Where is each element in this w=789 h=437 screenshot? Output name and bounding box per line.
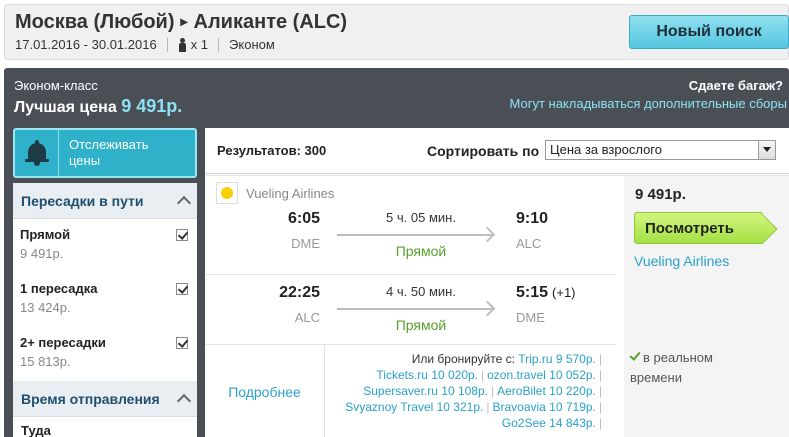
offer-link[interactable]: Trip.ru 9 570р. — [518, 352, 596, 366]
class-label: Эконом-класс — [14, 78, 98, 93]
book-also-label: Или бронируйте с: — [411, 352, 515, 366]
best-price-value: 9 491р. — [121, 96, 183, 116]
arrival-airport: ALC — [516, 236, 542, 251]
view-offer-button[interactable]: Посмотреть — [634, 212, 762, 244]
booking-options: Подробнее Или бронируйте с: Trip.ru 9 57… — [205, 344, 616, 437]
departure-filter-header[interactable]: Время отправления — [13, 381, 197, 417]
flight-duration: 5 ч. 05 мин. — [386, 210, 456, 225]
stop-option-name: 2+ пересадки — [20, 335, 106, 350]
flight-result-card: Vueling Airlines 6:05 DME 5 ч. 05 мин. П… — [205, 175, 789, 437]
offer-link[interactable]: Svyaznoy Travel 10 321р. — [345, 400, 483, 414]
filters-sidebar: Пересадки в пути Прямой 9 491р. 1 переса… — [13, 183, 197, 437]
stop-option-price: 9 491р. — [20, 246, 64, 261]
sort-label: Сортировать по — [427, 143, 540, 159]
passenger-count: x 1 — [190, 37, 209, 52]
stops-filter-header[interactable]: Пересадки в пути — [13, 183, 197, 219]
cabin-class: Эконом — [229, 37, 275, 52]
realtime-label: в реальном — [643, 350, 713, 365]
offer-link[interactable]: Tickets.ru 10 020р. — [376, 368, 478, 382]
stop-option-name: Прямой — [20, 227, 71, 242]
airline-header: Vueling Airlines — [216, 182, 334, 204]
vueling-logo-icon — [221, 187, 233, 199]
person-icon — [178, 37, 187, 52]
details-link[interactable]: Подробнее — [205, 345, 325, 437]
arrow-right-icon: ▸ — [180, 13, 188, 29]
arrival-time: 5:15 (+1) — [516, 284, 576, 301]
departure-time: 6:05 — [287, 210, 320, 227]
departure-time: 22:25 — [279, 284, 320, 301]
offer-link[interactable]: Supersaver.ru 10 108р. — [363, 384, 488, 398]
results-toolbar: Результатов: 300 Сортировать по Цена за … — [205, 128, 789, 174]
results-panel: Результатов: 300 Сортировать по Цена за … — [205, 128, 789, 437]
realtime-label-2: времени — [630, 370, 682, 385]
departure-airport: DME — [291, 236, 320, 251]
offer-link[interactable]: ozon.travel 10 052р. — [487, 368, 596, 382]
stop-option-two-plus[interactable]: 2+ пересадки 15 813р. — [13, 327, 197, 381]
stop-option-price: 15 813р. — [20, 354, 71, 369]
bell-icon-box — [15, 130, 59, 176]
best-price-summary: Эконом-класс Лучшая цена 9 491р. — [14, 78, 182, 117]
flight-segments: Vueling Airlines 6:05 DME 5 ч. 05 мин. П… — [205, 176, 616, 344]
track-prices-label: Отслеживать цены — [69, 137, 149, 168]
destination-city: Аликанте (ALC) — [193, 11, 348, 33]
offer-link[interactable]: Bravoavia 10 719р. — [492, 400, 595, 414]
stop-two-plus-checkbox[interactable] — [176, 337, 188, 349]
stops-label: Прямой — [395, 243, 447, 259]
chevron-down-icon[interactable] — [758, 141, 775, 159]
stop-option-name: 1 пересадка — [20, 281, 98, 296]
alternative-offers: Или бронируйте с: Trip.ru 9 570р. | Ticke… — [345, 352, 602, 430]
arrival-airport: DME — [516, 310, 545, 325]
baggage-fees-link[interactable]: Могут накладываться дополнительные сборы — [510, 96, 788, 111]
route-title: Москва (Любой) ▸ Аликанте (ALC) — [15, 11, 347, 34]
bell-icon — [24, 140, 49, 166]
realtime-badge: в реальном времени — [629, 348, 713, 388]
search-summary-header: Москва (Любой) ▸ Аликанте (ALC) 17.01.2016… — [4, 4, 789, 60]
departure-filter-title: Время отправления — [21, 390, 160, 407]
sort-select[interactable]: Цена за взрослого — [545, 140, 776, 160]
stops-filter-title: Пересадки в пути — [21, 192, 144, 209]
best-price-label: Лучшая цена — [14, 99, 117, 116]
flight-duration: 4 ч. 50 мин. — [386, 284, 456, 299]
flight-results-page: Москва (Любой) ▸ Аликанте (ALC) 17.01.2016… — [0, 0, 789, 437]
outbound-segment: 6:05 DME 5 ч. 05 мин. Прямой 9:10 ALC — [205, 204, 616, 274]
arrow-right-icon — [337, 234, 492, 236]
airline-name: Vueling Airlines — [246, 185, 335, 201]
stop-one-checkbox[interactable] — [176, 283, 188, 295]
travel-dates: 17.01.2016 - 30.01.2016 — [15, 37, 157, 52]
stops-label: Прямой — [395, 317, 447, 333]
sort-selected-value: Цена за взрослого — [550, 142, 662, 157]
ticket-price: 9 491р. — [635, 186, 686, 203]
price-panel: 9 491р. Посмотреть Vueling Airlines в ре… — [624, 176, 789, 437]
stop-option-price: 13 424р. — [20, 300, 71, 315]
origin-city: Москва (Любой) — [15, 11, 175, 33]
arrival-time: 9:10 — [516, 210, 549, 227]
new-search-button[interactable]: Новый поиск — [629, 15, 789, 49]
baggage-question: Сдаете багаж? — [688, 78, 783, 93]
stop-direct-checkbox[interactable] — [176, 229, 188, 241]
airline-logo — [216, 182, 238, 204]
check-icon — [629, 349, 641, 361]
offer-link[interactable]: Go2See 14 843р. — [502, 416, 596, 430]
stop-option-direct[interactable]: Прямой 9 491р. — [13, 219, 197, 273]
departure-outbound-label: Туда — [21, 423, 51, 437]
arrow-right-icon — [337, 308, 492, 310]
divider — [218, 37, 220, 52]
divider — [166, 37, 168, 52]
stop-option-one[interactable]: 1 пересадка 13 424р. — [13, 273, 197, 327]
chevron-up-icon[interactable] — [176, 393, 192, 409]
best-price: Лучшая цена 9 491р. — [14, 96, 182, 117]
departure-airport: ALC — [294, 310, 320, 325]
results-count: Результатов: 300 — [217, 143, 327, 158]
seller-link[interactable]: Vueling Airlines — [634, 253, 729, 269]
chevron-up-icon[interactable] — [176, 195, 192, 211]
return-segment: 22:25 ALC 4 ч. 50 мин. Прямой 5:15 (+1) D… — [205, 274, 616, 344]
search-meta: 17.01.2016 - 30.01.2016 x 1 Эконом — [15, 37, 275, 52]
track-prices-button[interactable]: Отслеживать цены — [13, 128, 197, 178]
offer-link[interactable]: AeroBilet 10 220р. — [497, 384, 596, 398]
